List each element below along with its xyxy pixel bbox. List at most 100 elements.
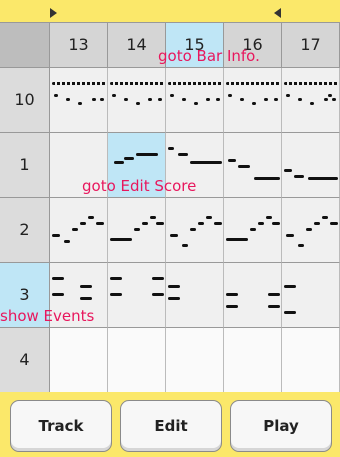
note-event <box>284 82 338 85</box>
note-event <box>226 305 238 308</box>
note-event <box>306 228 312 231</box>
bar-cell[interactable] <box>166 198 224 263</box>
bar-cell[interactable] <box>224 263 282 328</box>
note-event <box>310 102 314 105</box>
note-event <box>114 161 124 164</box>
note-event <box>152 277 164 280</box>
note-event <box>298 98 302 101</box>
note-event <box>124 98 128 101</box>
edit-button[interactable]: Edit <box>120 400 222 452</box>
bar-cell[interactable] <box>224 68 282 133</box>
score-grid: 13 14 15 16 17 10 1 2 3 4 goto Bar Info.… <box>0 22 340 393</box>
track-header-2[interactable]: 2 <box>0 198 50 263</box>
note-event <box>182 244 188 247</box>
bar-cell[interactable] <box>282 198 340 263</box>
bar-cell[interactable] <box>166 328 224 393</box>
track-header-10[interactable]: 10 <box>0 68 50 133</box>
bar-cell[interactable] <box>282 133 340 198</box>
note-event <box>324 98 328 101</box>
bar-cell[interactable] <box>166 263 224 328</box>
note-event <box>72 228 78 231</box>
track-header-1[interactable]: 1 <box>0 133 50 198</box>
note-event <box>52 82 106 85</box>
note-event <box>254 177 280 180</box>
bar-header-13[interactable]: 13 <box>50 23 108 68</box>
track-button[interactable]: Track <box>10 400 112 452</box>
note-event <box>258 222 264 225</box>
note-event <box>156 222 164 225</box>
edit-score-hint: goto Edit Score <box>82 177 197 195</box>
note-event <box>142 222 148 225</box>
note-event <box>100 98 104 101</box>
note-event <box>112 94 116 97</box>
note-event <box>88 216 94 219</box>
bar-cell[interactable] <box>224 328 282 393</box>
note-event <box>168 285 180 288</box>
note-event <box>190 228 196 231</box>
bar-cell[interactable] <box>108 198 166 263</box>
note-event <box>150 216 156 219</box>
bar-cell[interactable] <box>282 68 340 133</box>
note-event <box>238 165 250 168</box>
bar-cell[interactable] <box>108 263 166 328</box>
loop-end-marker-icon[interactable] <box>274 8 281 18</box>
note-event <box>152 293 164 296</box>
note-event <box>268 293 280 296</box>
bar-cell[interactable] <box>108 68 166 133</box>
note-event <box>92 98 96 101</box>
bar-cell[interactable] <box>224 133 282 198</box>
note-event <box>332 98 336 101</box>
bar-header-17[interactable]: 17 <box>282 23 340 68</box>
note-event <box>80 297 92 300</box>
bar-cell[interactable] <box>50 68 108 133</box>
note-event <box>228 94 232 97</box>
loop-start-marker-icon[interactable] <box>50 8 57 18</box>
timeline-ruler[interactable] <box>0 0 340 22</box>
bar-cell[interactable] <box>108 328 166 393</box>
note-event <box>214 222 222 225</box>
play-button[interactable]: Play <box>230 400 332 452</box>
note-event <box>96 222 104 225</box>
note-event <box>308 177 338 180</box>
note-event <box>52 293 64 296</box>
bar-cell[interactable] <box>224 198 282 263</box>
note-event <box>328 94 332 97</box>
note-event <box>314 222 320 225</box>
note-event <box>274 98 278 101</box>
note-event <box>136 153 158 156</box>
note-event <box>80 285 92 288</box>
note-event <box>190 161 222 164</box>
note-event <box>284 169 292 172</box>
bar-cell[interactable] <box>282 263 340 328</box>
note-event <box>252 102 256 105</box>
note-event <box>198 222 204 225</box>
note-event <box>330 222 338 225</box>
note-event <box>170 94 174 97</box>
bar-cell[interactable] <box>50 328 108 393</box>
note-event <box>110 293 122 296</box>
note-event <box>284 311 296 314</box>
note-event <box>226 238 248 241</box>
note-event <box>182 98 186 101</box>
note-event <box>264 98 268 101</box>
track-header-4[interactable]: 4 <box>0 328 50 393</box>
note-event <box>136 102 140 105</box>
note-event <box>52 234 60 237</box>
bar-cell[interactable] <box>282 328 340 393</box>
grid-corner <box>0 23 50 68</box>
bar-cell[interactable] <box>50 198 108 263</box>
note-event <box>78 102 82 105</box>
note-event <box>226 82 280 85</box>
bar-cell[interactable] <box>166 68 224 133</box>
note-event <box>284 285 296 288</box>
note-event <box>228 159 236 162</box>
note-event <box>298 244 304 247</box>
note-event <box>80 222 86 225</box>
note-event <box>268 305 280 308</box>
note-event <box>206 98 210 101</box>
show-events-hint: show Events <box>0 307 95 325</box>
note-event <box>266 216 272 219</box>
note-event <box>272 222 280 225</box>
bottom-button-bar: Track Edit Play <box>0 392 340 457</box>
note-event <box>170 234 178 237</box>
